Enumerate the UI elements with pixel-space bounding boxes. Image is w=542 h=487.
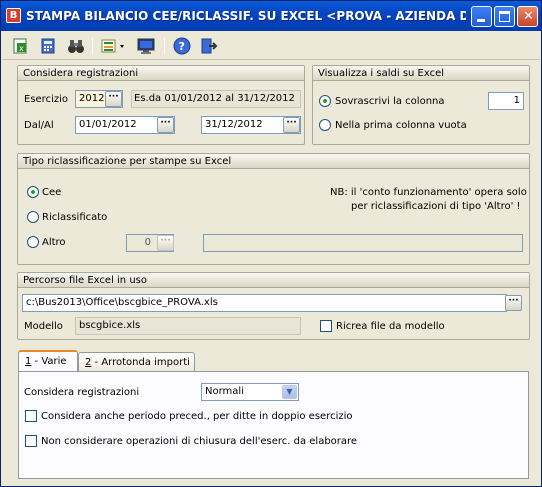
list-icon <box>101 39 124 53</box>
dal-value: 01/01/2012 <box>79 119 137 130</box>
registrazioni-group: Considera registrazioni Esercizio 2012 ·… <box>17 65 305 145</box>
altro-value: 0 <box>144 237 151 248</box>
prima-colonna-label: Nella prima colonna vuota <box>335 120 467 131</box>
app-icon[interactable]: B <box>6 8 21 23</box>
modello-field: bscgbice.xls <box>75 317 301 335</box>
tipo-group: Tipo riclassificazione per stampe su Exc… <box>17 153 530 265</box>
window-title: STAMPA BILANCIO CEE/RICLASSIF. SU EXCEL … <box>26 9 466 23</box>
colonna-value: 1 <box>513 95 520 106</box>
ellipsis-icon: ··· <box>160 236 171 246</box>
altro-label: Altro <box>42 237 66 248</box>
esercizio-value: 2012 <box>79 93 105 104</box>
toolbar-separator <box>92 38 93 54</box>
help-button[interactable]: ? <box>172 37 192 55</box>
ellipsis-icon: ··· <box>508 296 519 306</box>
dalal-label: Dal/Al <box>24 120 54 131</box>
minimize-icon <box>477 19 485 22</box>
ellipsis-icon: ··· <box>160 118 171 128</box>
tipo-header: Tipo riclassificazione per stampe su Exc… <box>18 154 529 169</box>
altro-lookup-button[interactable]: ··· <box>157 235 174 251</box>
excel-icon: x <box>13 38 27 54</box>
esercizio-description: Es.da 01/01/2012 al 31/12/2012 <box>131 90 301 108</box>
path-field[interactable]: c:\Bus2013\Office\bscgbice_PROVA.xls <box>22 294 507 312</box>
main-window: B STAMPA BILANCIO CEE/RICLASSIF. SU EXCE… <box>0 0 542 487</box>
svg-text:?: ? <box>179 40 185 53</box>
path-value: c:\Bus2013\Office\bscgbice_PROVA.xls <box>26 297 218 308</box>
visualizza-group: Visualizza i saldi su Excel Sovrascrivi … <box>312 65 530 145</box>
considera-label: Considera registrazioni <box>24 387 140 398</box>
nb-note-line2: per riclassificazioni di tipo 'Altro' ! <box>351 201 521 212</box>
exit-door-icon <box>201 38 218 54</box>
tab-panel-varie: Considera registrazioni Normali ▼ Conside… <box>18 371 529 479</box>
percorso-header: Percorso file Excel in uso <box>18 273 529 288</box>
altro-description-field <box>203 234 523 252</box>
export-excel-button[interactable]: x <box>11 37 31 55</box>
periodo-label: Considera anche periodo preced., per dit… <box>41 411 353 422</box>
chevron-down-icon: ▼ <box>282 385 297 399</box>
search-button[interactable] <box>66 37 86 55</box>
maximize-button[interactable] <box>494 6 515 27</box>
percorso-group: Percorso file Excel in uso c:\Bus2013\Of… <box>17 272 530 340</box>
modello-value: bscgbice.xls <box>79 320 141 331</box>
ellipsis-icon: ··· <box>286 118 297 128</box>
sovrascrivi-radio[interactable] <box>319 95 331 107</box>
sovrascrivi-label: Sovrascrivi la colonna <box>335 96 445 107</box>
close-icon: ✕ <box>523 9 534 24</box>
dal-date-picker-button[interactable]: ··· <box>157 117 174 133</box>
minimize-button[interactable] <box>471 6 492 27</box>
cee-label: Cee <box>42 187 62 198</box>
modello-label: Modello <box>24 321 63 332</box>
considera-value: Normali <box>205 386 244 397</box>
toolbar-separator <box>164 38 165 54</box>
considera-select[interactable]: Normali ▼ <box>201 383 299 401</box>
help-icon: ? <box>173 37 191 55</box>
print-button[interactable] <box>38 37 58 55</box>
registrazioni-header: Considera registrazioni <box>18 66 304 81</box>
tab-varie[interactable]: 1 - Varie <box>18 350 78 373</box>
chiusura-label: Non considerare operazioni di chiusura d… <box>41 436 358 447</box>
exit-button[interactable] <box>198 37 218 55</box>
binoculars-icon <box>68 40 84 53</box>
maximize-icon <box>499 11 510 22</box>
al-value: 31/12/2012 <box>205 119 263 130</box>
esercizio-lookup-button[interactable]: ··· <box>105 91 122 107</box>
altro-radio[interactable] <box>27 236 39 248</box>
cee-radio[interactable] <box>27 186 39 198</box>
tab-arrotonda[interactable]: 2 - Arrotonda importi <box>78 352 195 371</box>
monitor-button[interactable] <box>136 37 156 55</box>
path-browse-button[interactable]: ··· <box>505 295 522 311</box>
monitor-icon <box>137 38 155 54</box>
al-date-picker-button[interactable]: ··· <box>283 117 300 133</box>
esercizio-label: Esercizio <box>24 94 68 105</box>
ricrea-label: Ricrea file da modello <box>336 321 445 332</box>
periodo-checkbox[interactable] <box>25 410 37 422</box>
chiusura-checkbox[interactable] <box>25 435 37 447</box>
prima-colonna-radio[interactable] <box>319 119 331 131</box>
calculator-icon <box>41 38 55 54</box>
list-menu-button[interactable] <box>99 37 129 55</box>
close-button[interactable]: ✕ <box>517 6 538 27</box>
svg-text:x: x <box>19 44 24 53</box>
toolbar: x ? <box>2 32 540 60</box>
tab-arrotonda-label: - Arrotonda importi <box>91 357 190 368</box>
title-bar[interactable]: B STAMPA BILANCIO CEE/RICLASSIF. SU EXCE… <box>1 1 541 31</box>
riclassificato-radio[interactable] <box>27 211 39 223</box>
visualizza-header: Visualizza i saldi su Excel <box>313 66 529 81</box>
ricrea-checkbox[interactable] <box>320 320 332 332</box>
ellipsis-icon: ··· <box>108 92 119 102</box>
nb-note-line1: NB: il 'conto funzionamento' opera solo <box>330 187 527 198</box>
riclassificato-label: Riclassificato <box>42 212 108 223</box>
colonna-field[interactable]: 1 <box>488 92 524 110</box>
tab-varie-label: - Varie <box>31 356 67 367</box>
